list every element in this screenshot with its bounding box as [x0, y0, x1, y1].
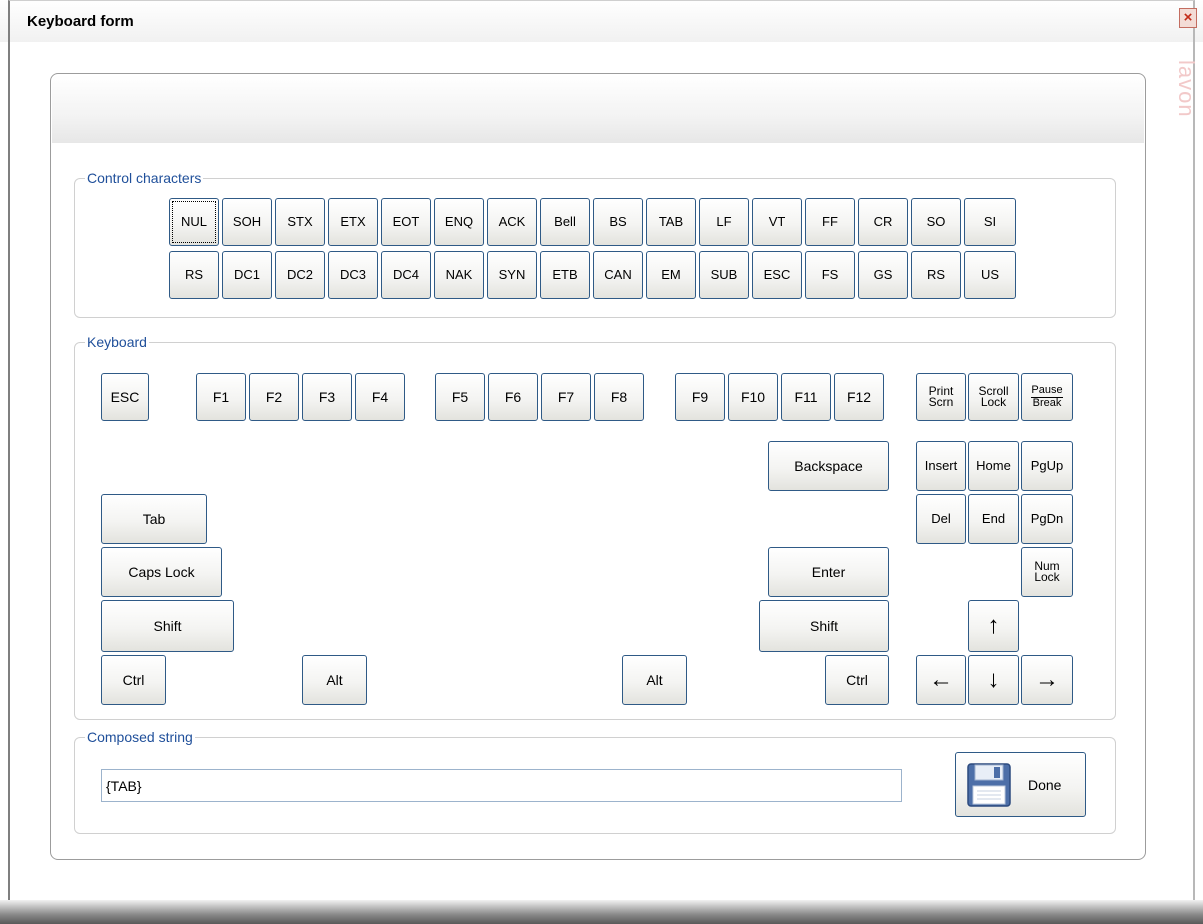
key-caps-lock[interactable]: Caps Lock: [101, 547, 222, 597]
key-f3[interactable]: F3: [302, 373, 352, 421]
window-title: Keyboard form: [27, 13, 134, 30]
key-ctrl-right[interactable]: Ctrl: [825, 655, 889, 705]
key-alt-right[interactable]: Alt: [622, 655, 687, 705]
break-label: Break: [1032, 397, 1062, 409]
key-f6[interactable]: F6: [488, 373, 538, 421]
control-key-tab[interactable]: TAB: [646, 198, 696, 246]
control-key-etx[interactable]: ETX: [328, 198, 378, 246]
key-del[interactable]: Del: [916, 494, 966, 544]
composed-string-label: Composed string: [85, 729, 195, 745]
control-key-bell[interactable]: Bell: [540, 198, 590, 246]
control-key-em[interactable]: EM: [646, 251, 696, 299]
panel-header: [52, 75, 1144, 143]
key-shift-left[interactable]: Shift: [101, 600, 234, 652]
control-key-soh[interactable]: SOH: [222, 198, 272, 246]
key-scroll-lock[interactable]: Scroll Lock: [968, 373, 1019, 421]
control-key-dc2[interactable]: DC2: [275, 251, 325, 299]
key-arrow-down[interactable]: ↓: [968, 655, 1019, 705]
control-key-cr[interactable]: CR: [858, 198, 908, 246]
key-f8[interactable]: F8: [594, 373, 644, 421]
key-f11[interactable]: F11: [781, 373, 831, 421]
control-characters-label: Control characters: [85, 170, 204, 186]
control-key-gs[interactable]: GS: [858, 251, 908, 299]
composed-string-input[interactable]: {TAB}: [101, 769, 902, 802]
key-f9[interactable]: F9: [675, 373, 725, 421]
control-key-us[interactable]: US: [964, 251, 1016, 299]
control-key-bs[interactable]: BS: [593, 198, 643, 246]
control-key-ack[interactable]: ACK: [487, 198, 537, 246]
key-pgup[interactable]: PgUp: [1021, 441, 1073, 491]
key-arrow-left[interactable]: ←: [916, 655, 966, 705]
control-key-dc4[interactable]: DC4: [381, 251, 431, 299]
key-f10[interactable]: F10: [728, 373, 778, 421]
control-key-etb[interactable]: ETB: [540, 251, 590, 299]
pause-break-label: Pause Break: [1031, 385, 1063, 409]
key-num-lock[interactable]: Num Lock: [1021, 547, 1073, 597]
key-home[interactable]: Home: [968, 441, 1019, 491]
control-key-si[interactable]: SI: [964, 198, 1016, 246]
keyboard-label: Keyboard: [85, 334, 149, 350]
key-shift-right[interactable]: Shift: [759, 600, 889, 652]
key-tab[interactable]: Tab: [101, 494, 207, 544]
key-ctrl-left[interactable]: Ctrl: [101, 655, 166, 705]
bottom-bar: [0, 900, 1203, 924]
key-f1[interactable]: F1: [196, 373, 246, 421]
control-key-stx[interactable]: STX: [275, 198, 325, 246]
key-arrow-up[interactable]: ↑: [968, 600, 1019, 652]
key-pgdn[interactable]: PgDn: [1021, 494, 1073, 544]
control-key-rs[interactable]: RS: [911, 251, 961, 299]
watermark-logo: lavon: [1174, 60, 1199, 118]
control-key-esc[interactable]: ESC: [752, 251, 802, 299]
key-insert[interactable]: Insert: [916, 441, 966, 491]
key-end[interactable]: End: [968, 494, 1019, 544]
control-key-so[interactable]: SO: [911, 198, 961, 246]
key-print-screen[interactable]: Print Scrn: [916, 373, 966, 421]
control-key-syn[interactable]: SYN: [487, 251, 537, 299]
key-f2[interactable]: F2: [249, 373, 299, 421]
key-pause-break[interactable]: Pause Break: [1021, 373, 1073, 421]
control-key-ff[interactable]: FF: [805, 198, 855, 246]
control-key-eot[interactable]: EOT: [381, 198, 431, 246]
floppy-disk-icon: [967, 762, 1011, 807]
done-label: Done: [1028, 776, 1062, 793]
key-enter[interactable]: Enter: [768, 547, 889, 597]
key-f4[interactable]: F4: [355, 373, 405, 421]
control-key-can[interactable]: CAN: [593, 251, 643, 299]
control-key-lf[interactable]: LF: [699, 198, 749, 246]
key-f5[interactable]: F5: [435, 373, 485, 421]
key-f12[interactable]: F12: [834, 373, 884, 421]
key-alt-left[interactable]: Alt: [302, 655, 367, 705]
control-key-nak[interactable]: NAK: [434, 251, 484, 299]
key-backspace[interactable]: Backspace: [768, 441, 889, 491]
control-key-enq[interactable]: ENQ: [434, 198, 484, 246]
control-key-rs[interactable]: RS: [169, 251, 219, 299]
key-f7[interactable]: F7: [541, 373, 591, 421]
control-key-dc1[interactable]: DC1: [222, 251, 272, 299]
control-key-sub[interactable]: SUB: [699, 251, 749, 299]
key-arrow-right[interactable]: →: [1021, 655, 1073, 705]
done-button[interactable]: Done: [955, 752, 1086, 817]
close-button[interactable]: ×: [1179, 8, 1197, 28]
key-esc[interactable]: ESC: [101, 373, 149, 421]
control-key-vt[interactable]: VT: [752, 198, 802, 246]
control-key-fs[interactable]: FS: [805, 251, 855, 299]
control-key-dc3[interactable]: DC3: [328, 251, 378, 299]
control-key-nul[interactable]: NUL: [169, 198, 219, 246]
